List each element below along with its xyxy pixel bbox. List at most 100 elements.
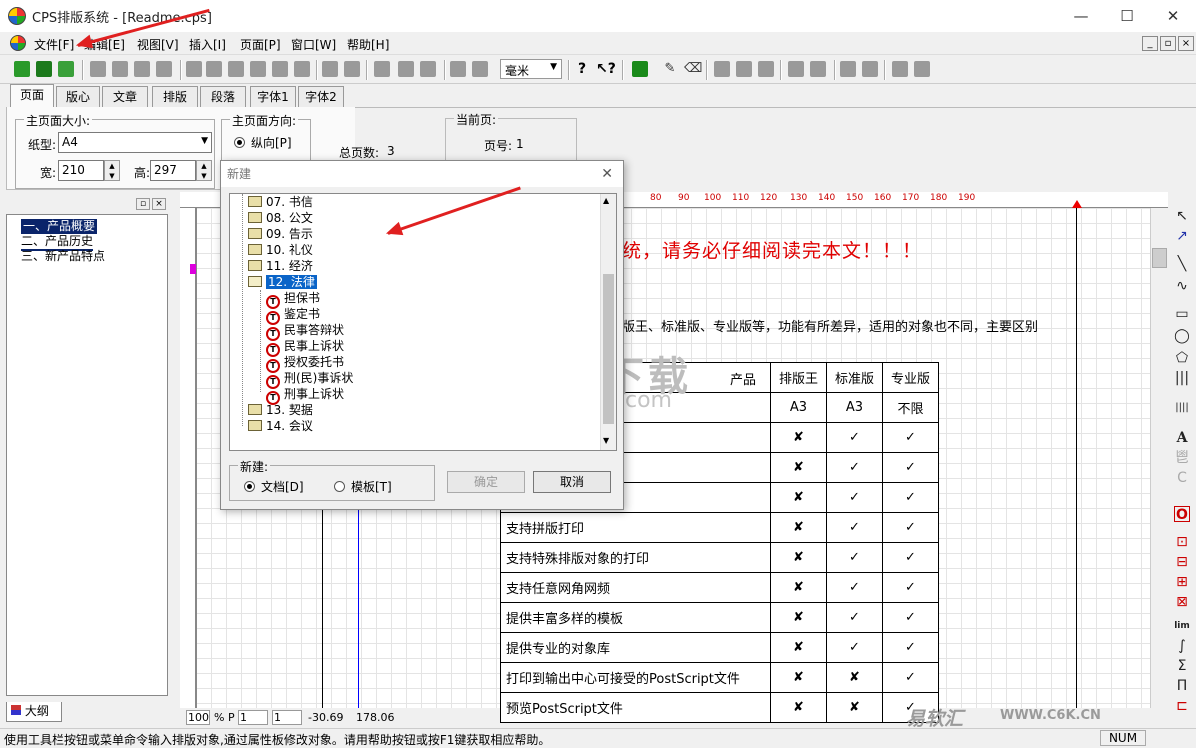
product-formula-icon[interactable]: Π (1174, 678, 1190, 694)
table-insert-col-icon[interactable] (736, 61, 752, 77)
doc-icon[interactable] (10, 35, 26, 51)
pointer-tool-icon[interactable]: ↖ (1174, 208, 1190, 224)
frame-icon[interactable] (450, 61, 466, 77)
help-icon[interactable]: ? (574, 61, 590, 77)
cancel-button[interactable]: 取消 (533, 471, 611, 493)
link-icon[interactable] (36, 61, 52, 77)
space-v-icon[interactable] (398, 61, 414, 77)
curve-tool-icon[interactable]: ∿ (1174, 278, 1190, 294)
tab-outline[interactable]: 大纲 (6, 702, 62, 722)
table-delete-icon[interactable] (758, 61, 774, 77)
eraser-icon[interactable]: ⌫ (684, 61, 702, 77)
portrait-radio[interactable]: 纵向[P] (234, 134, 292, 151)
align-left-icon[interactable] (186, 61, 202, 77)
node-tool-icon[interactable]: ↗ (1174, 228, 1190, 244)
bracket-formula-icon[interactable]: ⊏ (1174, 698, 1190, 714)
scroll-up-icon[interactable]: ▲ (603, 196, 609, 205)
table-split-icon[interactable] (788, 61, 804, 77)
send-back-icon[interactable] (156, 61, 172, 77)
height-stepper[interactable]: ▲ ▼ (196, 160, 212, 181)
vertical-scrollbar[interactable] (1150, 208, 1168, 708)
cell-border-icon[interactable] (914, 61, 930, 77)
width-stepper[interactable]: ▲ ▼ (104, 160, 120, 181)
zoom-field[interactable]: 100 (186, 710, 210, 725)
line-tool-icon[interactable]: ╲ (1174, 256, 1190, 272)
menu-insert[interactable]: 插入[I] (189, 36, 226, 53)
hatch-tool-icon[interactable]: ||| (1174, 370, 1190, 386)
select-icon[interactable] (14, 61, 30, 77)
page-field[interactable]: 1 (238, 710, 268, 725)
template-radio[interactable]: 模板[T] (334, 478, 392, 495)
unlink-icon[interactable] (58, 61, 74, 77)
tree-folder[interactable]: 08. 公文 (248, 210, 313, 226)
align-center-v-icon[interactable] (272, 61, 288, 77)
minimize-button[interactable]: — (1058, 0, 1104, 32)
cell-icon[interactable] (892, 61, 908, 77)
image-tool-icon[interactable]: C (1174, 470, 1190, 486)
mdi-close-button[interactable]: × (1178, 36, 1194, 51)
tree-scrollbar[interactable]: ▲ ▼ (600, 194, 616, 450)
text-tool-icon[interactable]: A (1174, 430, 1190, 446)
tab-article[interactable]: 文章 (102, 86, 148, 108)
grid-icon[interactable] (632, 61, 648, 77)
maximize-button[interactable]: ☐ (1104, 0, 1150, 32)
table-col-tool-icon[interactable]: ⊞ (1174, 574, 1190, 590)
rectangle-tool-icon[interactable]: ▭ (1174, 306, 1190, 322)
paper-type-select[interactable]: A4 ▼ (58, 132, 212, 153)
tree-folder-selected[interactable]: 12. 法律 (248, 274, 317, 290)
tree-folder[interactable]: 11. 经济 (248, 258, 313, 274)
outline-item[interactable]: 三、新产品特点 (21, 249, 105, 264)
vertical-text-tool-icon[interactable]: 鬯 (1174, 450, 1190, 466)
align-right-icon[interactable] (206, 61, 222, 77)
table-insert-row-icon[interactable] (714, 61, 730, 77)
table-cell-tool-icon[interactable]: ⊠ (1174, 594, 1190, 610)
tab-font2[interactable]: 字体2 (298, 86, 344, 108)
scroll-thumb[interactable] (603, 274, 614, 424)
barcode-tool-icon[interactable]: |||| (1174, 400, 1190, 416)
menu-help[interactable]: 帮助[H] (347, 36, 389, 53)
table-tool-icon[interactable]: ⊡ (1174, 534, 1190, 550)
integral-formula-icon[interactable]: ∫ (1174, 638, 1190, 654)
space-h-icon[interactable] (374, 61, 390, 77)
tab-layout-box[interactable]: 版心 (56, 86, 100, 108)
tree-folder[interactable]: 10. 礼仪 (248, 242, 313, 258)
tree-folder[interactable]: 14. 会议 (248, 418, 313, 434)
menu-file[interactable]: 文件[F] (34, 36, 74, 53)
sum-formula-icon[interactable]: Σ (1174, 658, 1190, 674)
crop-icon[interactable] (472, 61, 488, 77)
close-button[interactable]: ✕ (1150, 0, 1196, 32)
row-height-icon[interactable] (862, 61, 878, 77)
mdi-minimize-button[interactable]: _ (1142, 36, 1158, 51)
col-width-icon[interactable] (840, 61, 856, 77)
tab-page[interactable]: 页面 (10, 84, 54, 108)
tree-folder[interactable]: 09. 告示 (248, 226, 313, 242)
width-field[interactable]: 210 (58, 160, 104, 181)
right-margin-marker[interactable] (1072, 200, 1082, 208)
unit-select[interactable]: 毫米 ▼ (500, 59, 562, 79)
menu-window[interactable]: 窗口[W] (291, 36, 336, 53)
height-field[interactable]: 297 (150, 160, 196, 181)
panel-close-button[interactable]: × (152, 198, 166, 210)
table-row-tool-icon[interactable]: ⊟ (1174, 554, 1190, 570)
scroll-down-icon[interactable]: ▼ (603, 436, 609, 445)
tree-folder[interactable]: 07. 书信 (248, 194, 313, 210)
ungroup-icon[interactable] (112, 61, 128, 77)
table-merge-icon[interactable] (810, 61, 826, 77)
polygon-tool-icon[interactable]: ⬠ (1174, 350, 1190, 366)
pencil-icon[interactable]: ✎ (662, 61, 678, 77)
menu-view[interactable]: 视图[V] (137, 36, 179, 53)
bring-front-icon[interactable] (134, 61, 150, 77)
scroll-thumb[interactable] (1152, 248, 1167, 268)
fill-icon[interactable] (420, 61, 436, 77)
align-bottom-icon[interactable] (250, 61, 266, 77)
same-height-icon[interactable] (344, 61, 360, 77)
dialog-close-button[interactable]: ✕ (601, 161, 613, 187)
align-center-h-icon[interactable] (294, 61, 310, 77)
limit-formula-icon[interactable]: lim (1174, 618, 1190, 634)
tree-folder[interactable]: 13. 契据 (248, 402, 313, 418)
menu-page[interactable]: 页面[P] (240, 36, 281, 53)
align-top-icon[interactable] (228, 61, 244, 77)
object-tool-icon[interactable]: O (1174, 506, 1190, 523)
document-radio[interactable]: 文档[D] (244, 478, 304, 495)
tab-typeset[interactable]: 排版 (152, 86, 198, 108)
